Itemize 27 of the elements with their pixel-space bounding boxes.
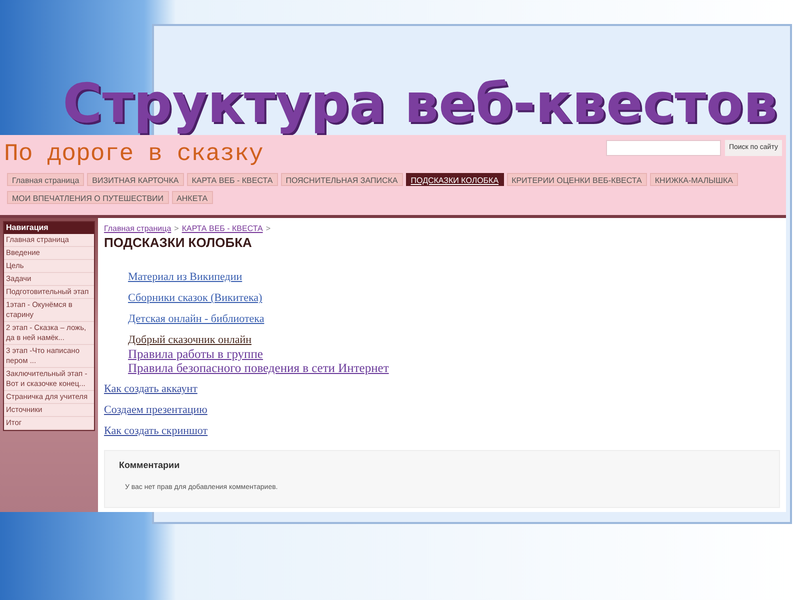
nav-tab[interactable]: АНКЕТА xyxy=(172,191,213,204)
breadcrumb-link[interactable]: Главная страница xyxy=(104,223,172,235)
nav-tab[interactable]: Главная страница xyxy=(7,173,84,186)
content-link[interactable]: Правила безопасного поведения в сети Интернет xyxy=(128,361,389,375)
comments-title: Комментарии xyxy=(119,459,181,472)
breadcrumb-separator: > xyxy=(174,223,179,235)
nav-tab[interactable]: ВИЗИТНАЯ КАРТОЧКА xyxy=(87,173,184,186)
nav-tab[interactable]: КНИЖКА-МАЛЫШКА xyxy=(650,173,738,186)
content-link[interactable]: Как создать аккаунт xyxy=(104,382,198,396)
breadcrumb-separator: > xyxy=(266,223,270,235)
site-name: По дороге в сказку xyxy=(4,141,264,169)
content-link[interactable]: Как создать скриншот xyxy=(104,424,208,438)
content-link[interactable]: Создаем презентацию xyxy=(104,403,208,417)
nav-tab[interactable]: КАРТА ВЕБ - КВЕСТА xyxy=(186,173,278,186)
search-field[interactable] xyxy=(606,140,721,156)
content-link[interactable]: Правила работы в группе xyxy=(128,347,263,361)
nav-tab[interactable]: КРИТЕРИИ ОЦЕНКИ ВЕБ-КВЕСТА xyxy=(506,173,647,186)
breadcrumb-link[interactable]: КАРТА ВЕБ - КВЕСТА xyxy=(182,223,263,235)
page-title: ПОДСКАЗКИ КОЛОБКА xyxy=(104,235,253,251)
nav-tab[interactable]: МОИ ВПЕЧАТЛЕНИЯ О ПУТЕШЕСТВИИ xyxy=(7,191,169,204)
content-link[interactable]: Добрый сказочник онлайн xyxy=(128,333,252,347)
content-link[interactable]: Детская онлайн - библиотека xyxy=(128,312,264,326)
content-link[interactable]: Материал из Википедии xyxy=(128,270,242,284)
content-link[interactable]: Сборники сказок (Викитека) xyxy=(128,291,262,305)
nav-tab[interactable]: ПОДСКАЗКИ КОЛОБКА xyxy=(406,173,504,186)
nav-tab[interactable]: ПОЯСНИТЕЛЬНАЯ ЗАПИСКА xyxy=(280,173,403,186)
sidebar-title: Навигация xyxy=(4,222,94,234)
